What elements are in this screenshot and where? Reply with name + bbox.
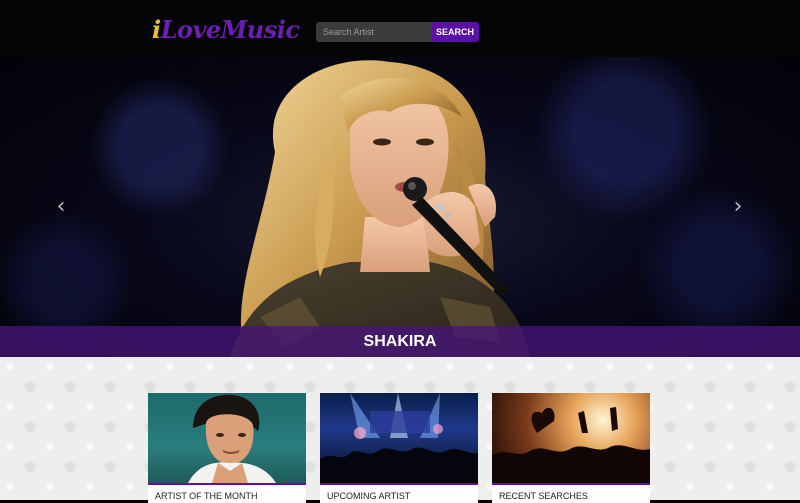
logo-wordmark: LoveMusic bbox=[160, 15, 300, 44]
search-button[interactable]: SEARCH bbox=[431, 22, 479, 42]
hero-artist-photo bbox=[230, 60, 530, 357]
top-header: iLoveMusic SEARCH bbox=[0, 0, 800, 57]
card-upcoming-artist[interactable]: UPCOMING ARTIST bbox=[320, 393, 478, 503]
site-logo[interactable]: iLoveMusic bbox=[152, 14, 300, 46]
concert-stage-image bbox=[320, 393, 478, 483]
card-image-concert bbox=[320, 393, 478, 483]
chevron-left-icon: ‹ bbox=[56, 194, 66, 219]
carousel-prev-button[interactable]: ‹ bbox=[51, 195, 71, 219]
hero-caption-title: SHAKIRA bbox=[363, 333, 437, 350]
artist-portrait-image bbox=[188, 394, 276, 483]
card-artist-of-the-month[interactable]: ARTIST OF THE MONTH bbox=[148, 393, 306, 503]
card-label-artist-of-the-month: ARTIST OF THE MONTH bbox=[148, 483, 306, 503]
card-image-crowd bbox=[492, 393, 650, 483]
content-section: ARTIST OF THE MONTH UPCOMING ARTIST RECE… bbox=[0, 357, 800, 503]
hero-caption-bar: SHAKIRA bbox=[0, 326, 800, 357]
card-image-artist bbox=[148, 393, 306, 483]
hero-carousel: ‹ › SHAKIRA bbox=[0, 57, 800, 357]
card-label-upcoming-artist: UPCOMING ARTIST bbox=[320, 483, 478, 503]
search-artist-input[interactable] bbox=[316, 22, 431, 42]
logo-letter-i: i bbox=[152, 15, 161, 44]
carousel-next-button[interactable]: › bbox=[728, 195, 748, 219]
chevron-right-icon: › bbox=[733, 194, 743, 219]
crowd-hands-image bbox=[492, 407, 650, 483]
card-label-recent-searches: RECENT SEARCHES bbox=[492, 483, 650, 503]
card-recent-searches[interactable]: RECENT SEARCHES bbox=[492, 393, 650, 503]
